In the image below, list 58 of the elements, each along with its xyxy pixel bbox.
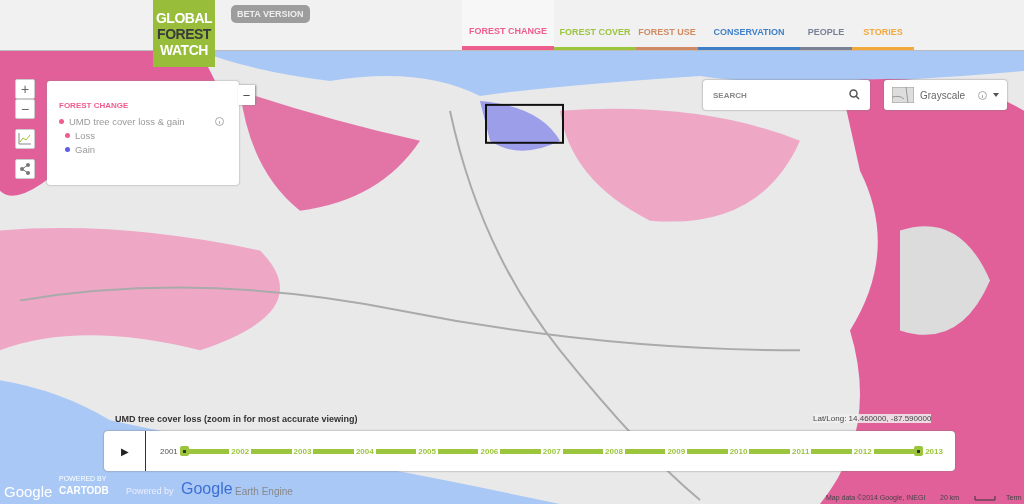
cartodb-logo: CARTODB — [59, 485, 109, 496]
year-label: 2004 — [355, 446, 374, 456]
legend-label: Gain — [75, 144, 96, 155]
timeline-segment — [438, 448, 479, 454]
play-button[interactable]: ▶ — [104, 431, 146, 471]
slider-handle[interactable] — [179, 446, 189, 456]
timeline-segment — [749, 448, 790, 454]
earth-engine-text: Earth Engine — [235, 486, 293, 497]
year-label: 2010 — [729, 446, 748, 456]
search-icon[interactable] — [849, 89, 860, 100]
timeline-segment — [687, 448, 728, 454]
search-field[interactable]: SEARCH — [703, 80, 870, 110]
zoom-out-button[interactable]: − — [15, 99, 35, 119]
scale-bar-icon — [974, 496, 996, 501]
logo-text: WATCH — [160, 41, 208, 58]
year-label: 2001 — [160, 446, 178, 456]
legend-title: FOREST CHANGE — [59, 101, 130, 110]
year-label: 2008 — [605, 446, 623, 456]
year-label: 2009 — [667, 446, 686, 456]
share-button[interactable] — [15, 159, 35, 179]
year-label: 2007 — [542, 446, 561, 456]
zoom-in-button[interactable]: + — [15, 79, 35, 99]
basemap-selector[interactable]: Grayscale — [884, 80, 1007, 110]
slider-handle[interactable] — [914, 446, 924, 456]
year-label: 2011 — [791, 446, 810, 456]
year-label: 2005 — [418, 446, 436, 456]
caret-icon[interactable] — [993, 93, 999, 97]
powered-by-text: Powered by — [126, 486, 174, 496]
basemap-label: Grayscale — [920, 89, 965, 101]
timeline-segment — [500, 448, 541, 454]
timeline-segment — [873, 448, 915, 454]
timeline-segment — [811, 448, 852, 454]
logo-text: FOREST — [157, 25, 211, 42]
timeline-segment — [188, 448, 230, 454]
year-label: 2013 — [925, 446, 943, 456]
layer-caption: UMD tree cover loss (zoom in for most accurate viewing) — [115, 414, 358, 424]
legend-label: Loss — [75, 130, 96, 141]
collapse-button[interactable]: − — [238, 85, 255, 105]
chart-icon — [18, 133, 32, 145]
google-logo: Google — [181, 480, 233, 498]
timeline-segment — [251, 448, 292, 454]
share-icon — [19, 163, 31, 175]
timeline-segment — [375, 448, 417, 454]
google-logo: Google — [4, 483, 53, 500]
beta-badge: BETA VERSION — [231, 5, 310, 23]
logo-text: GLOBAL — [155, 9, 213, 26]
timeline-segment — [313, 448, 354, 454]
year-label: 2003 — [293, 446, 312, 456]
layer-name: UMD tree cover loss & gain — [69, 116, 185, 127]
timeline-segment — [624, 448, 666, 454]
year-label: 2002 — [231, 446, 250, 456]
map-thumbnail-icon — [892, 87, 914, 103]
year-label: 2006 — [480, 446, 499, 456]
nav-tab[interactable]: FOREST CHANGE — [462, 0, 554, 50]
logo[interactable]: GLOBAL FOREST WATCH — [153, 0, 215, 67]
coordinates-label: Lat/Long: 14.460000, -87.590000 — [813, 414, 932, 423]
year-label: 2012 — [853, 446, 872, 456]
timeline-segment — [562, 448, 604, 454]
